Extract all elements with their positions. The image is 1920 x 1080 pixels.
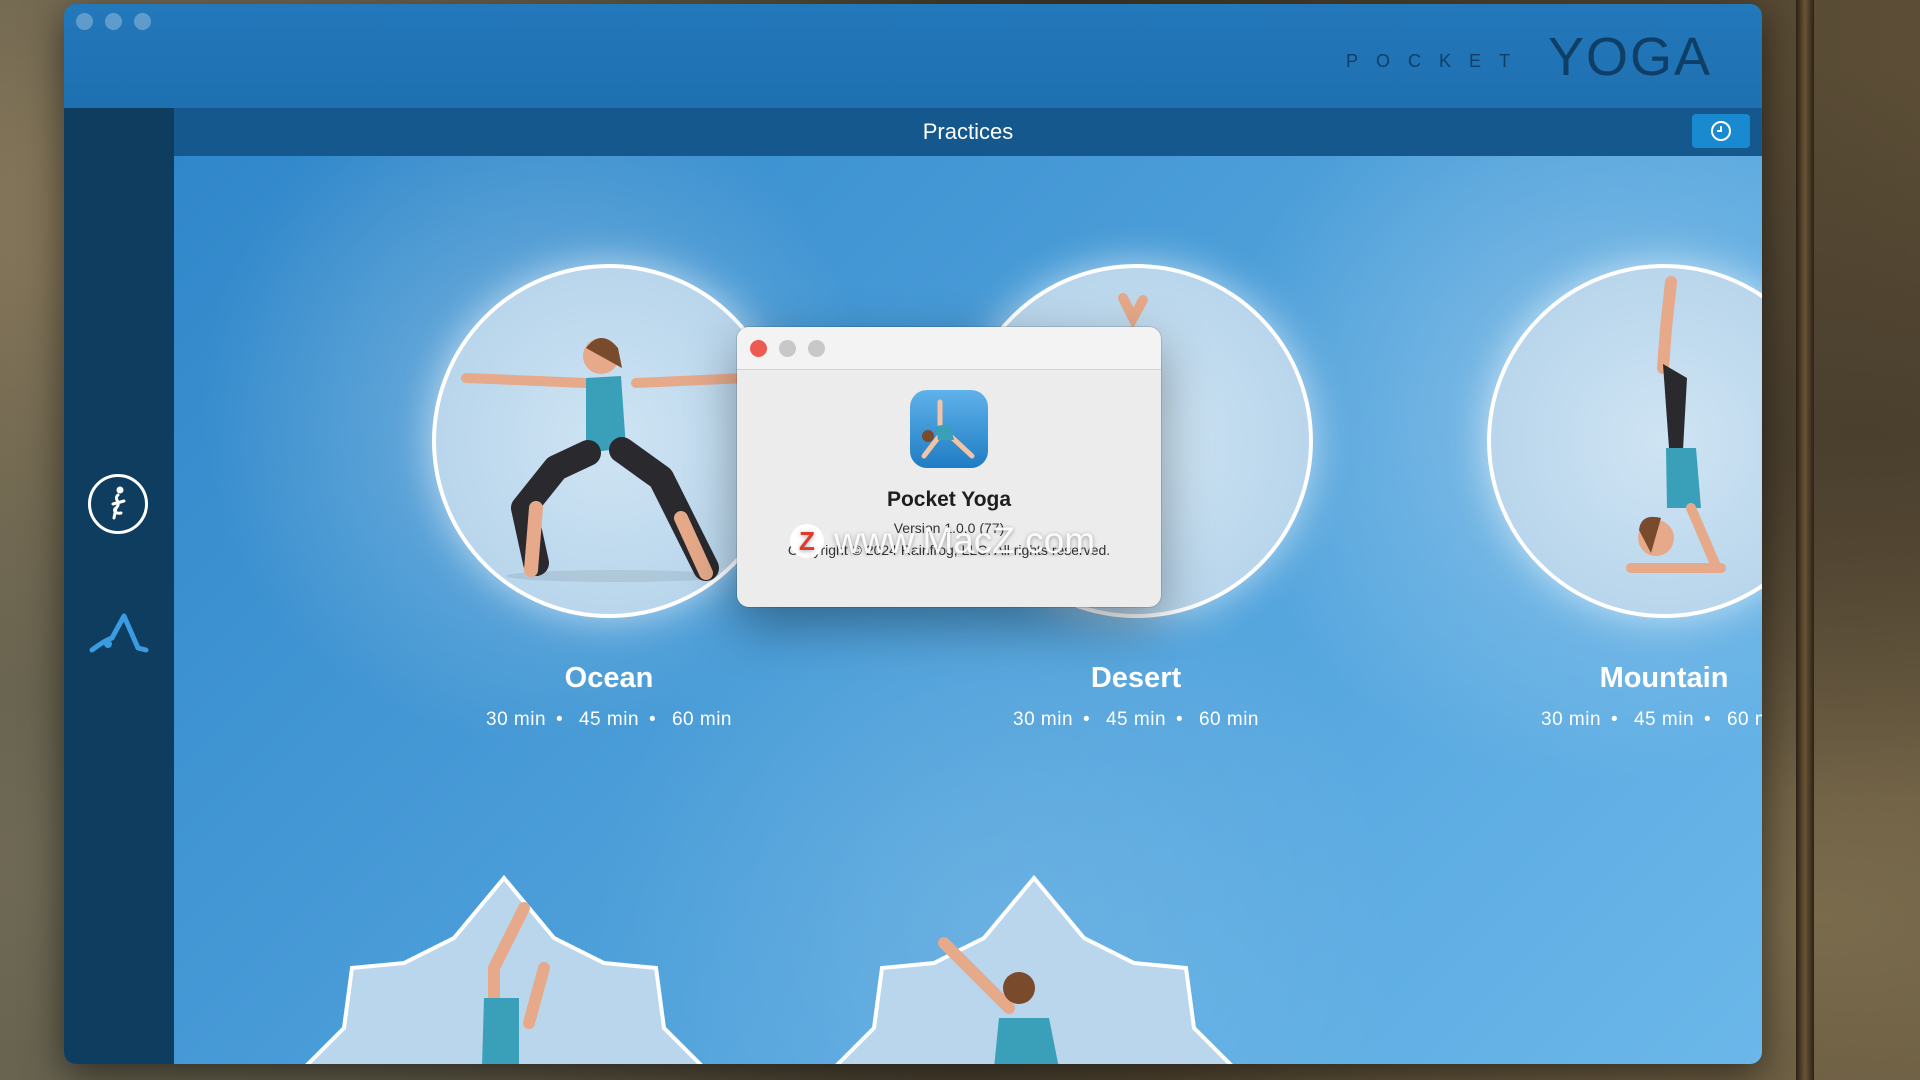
practice-image-mountain	[1487, 264, 1762, 618]
dialog-app-name: Pocket Yoga	[886, 488, 1012, 511]
watermark-text: www.MacZ.com	[834, 520, 1096, 561]
page-header: Practices	[174, 108, 1762, 156]
dialog-minimize-button	[779, 340, 796, 357]
downward-dog-icon	[89, 613, 149, 653]
duration-option[interactable]: 30 min	[486, 709, 546, 730]
warrior-pose-illustration	[461, 338, 751, 582]
duration-option[interactable]: 45 min	[579, 709, 639, 730]
page-title: Practices	[922, 119, 1014, 144]
about-dialog: Pocket Yoga Version 1.0.0 (77) Copyright…	[737, 327, 1161, 607]
app-icon	[910, 390, 988, 468]
duration-option[interactable]: 30 min	[1541, 709, 1601, 730]
sidebar-item-poses[interactable]	[88, 608, 149, 668]
window-controls	[76, 13, 151, 30]
duration-option[interactable]: 30 min	[1013, 709, 1073, 730]
practice-durations-ocean: 30 min • 45 min • 60 min	[486, 709, 732, 730]
desktop-frame-edge	[1796, 0, 1814, 1080]
practice-image-ocean	[432, 264, 786, 618]
duration-option[interactable]: 45 min	[1106, 709, 1166, 730]
dialog-window-controls	[750, 340, 825, 357]
clock-icon	[1711, 121, 1731, 141]
duration-option[interactable]: 60 min	[1727, 709, 1762, 730]
history-button[interactable]	[1692, 114, 1750, 148]
practice-durations-desert: 30 min • 45 min • 60 min	[1013, 709, 1259, 730]
app-logo: POCKET YOGA	[1346, 30, 1712, 84]
triangle-pose-icon	[921, 399, 975, 459]
meditation-figure-icon	[111, 486, 126, 520]
zoom-button[interactable]	[134, 13, 151, 30]
practice-name-desert: Desert	[1090, 662, 1182, 694]
watermark-logo: Z	[790, 524, 824, 558]
logo-pocket-text: POCKET	[1345, 51, 1528, 71]
headstand-pose-illustration	[1626, 276, 1726, 573]
logo-yoga-text: YOGA	[1547, 27, 1712, 87]
dialog-zoom-button	[808, 340, 825, 357]
close-button[interactable]	[76, 13, 93, 30]
minimize-button[interactable]	[105, 13, 122, 30]
practice-name-ocean: Ocean	[564, 662, 654, 694]
dialog-title-bar[interactable]	[737, 327, 1161, 370]
duration-option[interactable]: 45 min	[1634, 709, 1694, 730]
dialog-close-button[interactable]	[750, 340, 767, 357]
practice-name-mountain: Mountain	[1599, 662, 1729, 694]
watermark: Z www.MacZ.com	[790, 520, 1095, 562]
practice-card-lotus-left[interactable]	[294, 848, 714, 1064]
duration-option[interactable]: 60 min	[672, 709, 732, 730]
practice-durations-mountain: 30 min• 45 min• 60 min	[1454, 709, 1762, 731]
title-bar[interactable]: POCKET YOGA	[64, 4, 1762, 108]
practice-card-lotus-right[interactable]	[824, 848, 1244, 1064]
sidebar-item-practices[interactable]	[88, 474, 148, 534]
duration-option[interactable]: 60 min	[1199, 709, 1259, 730]
sidebar	[64, 108, 174, 1064]
practice-card-mountain[interactable]: Mountain 30 min• 45 min• 60 min	[1454, 264, 1762, 731]
